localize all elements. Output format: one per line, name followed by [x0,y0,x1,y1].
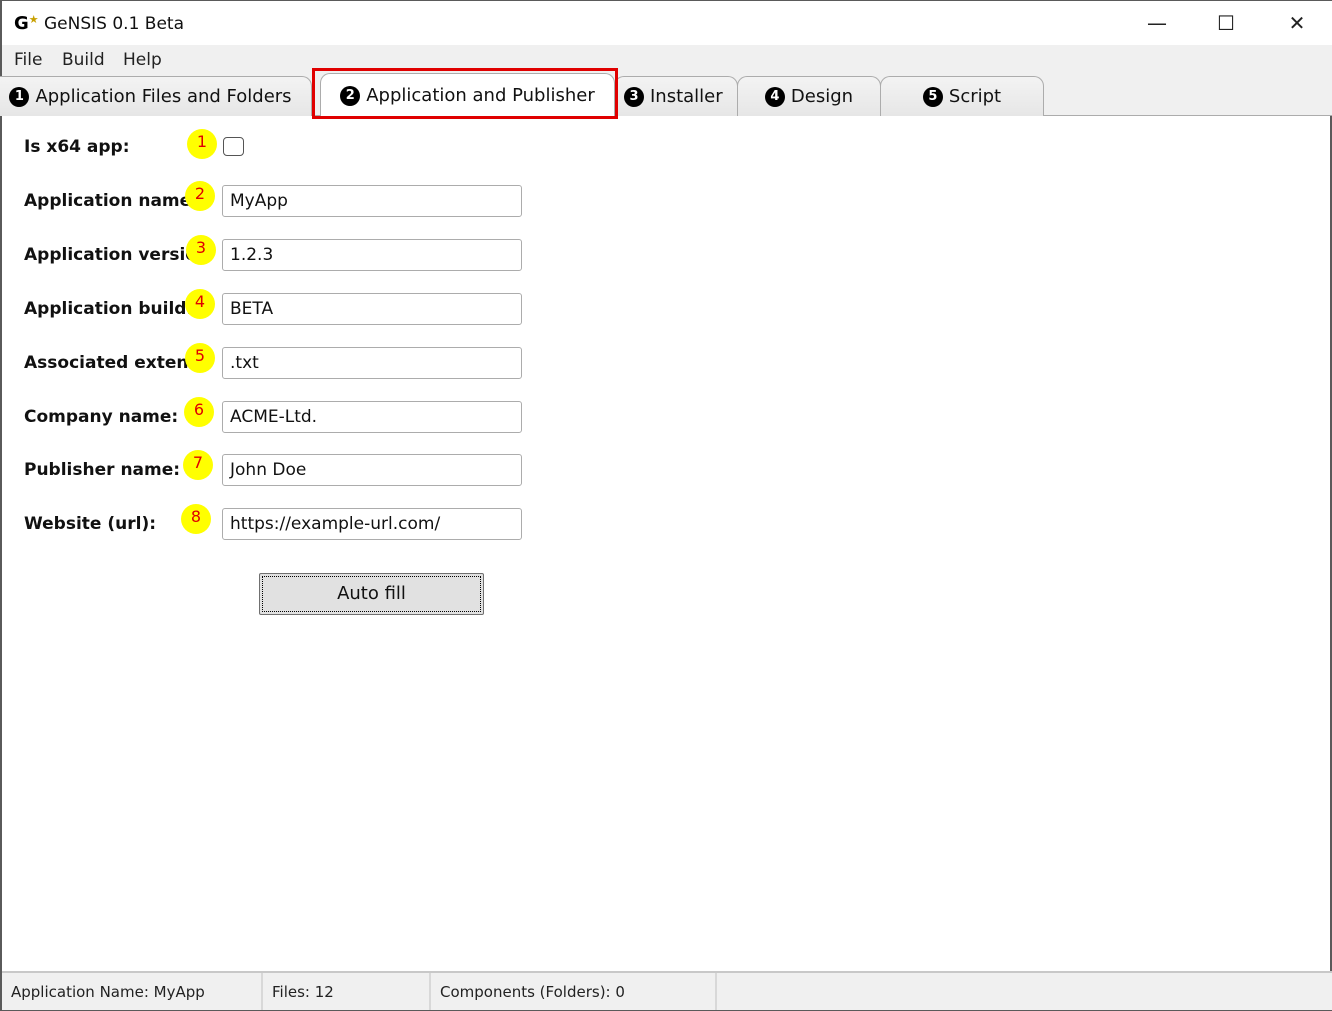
close-button[interactable]: ✕ [1277,9,1317,37]
is-x64-label: Is x64 app: [24,137,130,157]
active-tab-highlight [312,68,618,119]
tab-strip: 1 Application Files and Folders 2 Applicat… [0,73,1332,117]
number-4-icon: 4 [764,86,785,107]
application-version-input[interactable]: 1.2.3 [222,239,522,271]
is-x64-checkbox[interactable] [223,137,244,156]
tab-script[interactable]: 5 Script [880,76,1044,116]
annotation-badge: 5 [185,343,215,373]
number-1-icon: 1 [9,86,30,107]
associated-extension-label: Associated extension: [24,353,190,373]
status-app-name: Application Name: MyApp [2,973,263,1010]
menu-bar: File Build Help [2,45,1332,73]
status-bar: Application Name: MyApp Files: 12 Compon… [2,971,1332,1010]
annotation-badge: 8 [181,504,211,534]
window-title: GeNSIS 0.1 Beta [44,14,184,34]
publisher-name-label: Publisher name: [24,460,181,480]
tab-application-files[interactable]: 1 Application Files and Folders [0,76,312,116]
annotation-badge: 2 [185,181,215,211]
annotation-badge: 3 [186,235,216,265]
application-name-label: Application name: [24,191,190,211]
application-name-input[interactable]: MyApp [222,185,522,217]
annotation-badge: 7 [183,450,213,480]
status-files: Files: 12 [263,973,431,1010]
annotation-badge: 4 [185,289,215,319]
title-bar: G★ GeNSIS 0.1 Beta — ☐ ✕ [2,1,1332,45]
tab-design[interactable]: 4 Design [737,76,881,116]
app-logo: G★ [14,13,39,34]
associated-extension-input[interactable]: .txt [222,347,522,379]
number-3-icon: 3 [624,86,644,107]
tab-label: Script [948,86,1002,107]
menu-help[interactable]: Help [123,50,162,70]
menu-build[interactable]: Build [62,50,105,70]
tab-installer[interactable]: 3 Installer [614,76,738,116]
website-url-input[interactable]: https://example-url.com/ [222,508,522,540]
menu-file[interactable]: File [14,50,42,70]
annotation-badge: 1 [187,129,217,159]
tab-label: Installer [650,86,723,107]
number-5-icon: 5 [922,86,943,107]
application-version-label: Application version: [24,245,190,265]
website-url-label: Website (url): [24,514,157,534]
company-name-input[interactable]: ACME-Ltd. [222,401,522,433]
minimize-button[interactable]: — [1137,9,1177,37]
application-build-label: Application build: [24,299,190,319]
app-window: G★ GeNSIS 0.1 Beta — ☐ ✕ File Build Help… [0,0,1332,1011]
company-name-label: Company name: [24,407,179,427]
auto-fill-button[interactable]: Auto fill [259,573,484,615]
tab-label: Application Files and Folders [35,86,292,107]
logo-letter: G [14,13,29,34]
publisher-name-input[interactable]: John Doe [222,454,522,486]
tab-label: Design [790,86,854,107]
maximize-button[interactable]: ☐ [1206,9,1246,37]
status-components: Components (Folders): 0 [431,973,717,1010]
annotation-badge: 6 [184,397,214,427]
application-build-input[interactable]: BETA [222,293,522,325]
